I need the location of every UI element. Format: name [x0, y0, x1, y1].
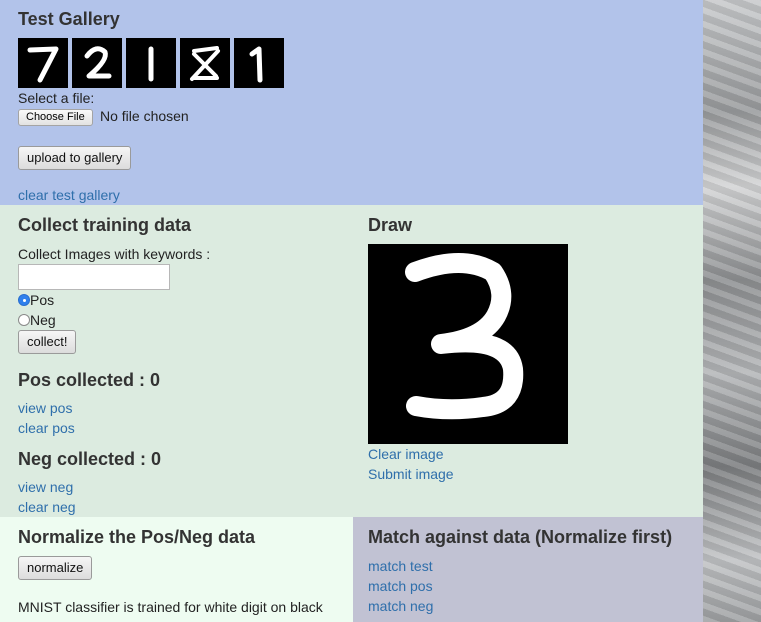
- normalize-panel: Normalize the Pos/Neg data normalize MNI…: [0, 517, 353, 622]
- match-test-link[interactable]: match test: [368, 558, 433, 574]
- background-photo: [703, 0, 761, 622]
- normalize-title: Normalize the Pos/Neg data: [18, 527, 256, 547]
- collect-button[interactable]: collect!: [18, 330, 77, 354]
- clear-pos-link[interactable]: clear pos: [18, 420, 75, 436]
- keywords-label: Collect Images with keywords :: [18, 246, 211, 262]
- gallery-digit-2[interactable]: [72, 38, 122, 88]
- upload-to-gallery-button[interactable]: upload to gallery: [18, 146, 132, 170]
- gallery-digit-1[interactable]: [126, 38, 176, 88]
- neg-collected-count: Neg collected : 0: [18, 449, 162, 469]
- match-pos-link[interactable]: match pos: [368, 578, 433, 594]
- gallery-digits: [18, 38, 284, 88]
- neg-radio-label: Neg: [30, 312, 56, 328]
- clear-neg-link[interactable]: clear neg: [18, 499, 76, 515]
- normalize-note: MNIST classifier is trained for white di…: [18, 599, 323, 622]
- app: Test Gallery Select a file: Choose File …: [0, 0, 703, 622]
- gallery-digit-8[interactable]: [180, 38, 230, 88]
- view-pos-link[interactable]: view pos: [18, 400, 72, 416]
- pos-collected-count: Pos collected : 0: [18, 370, 161, 390]
- view-neg-link[interactable]: view neg: [18, 479, 73, 495]
- pos-radio-label: Pos: [30, 292, 55, 308]
- collect-title: Collect training data: [18, 215, 192, 235]
- match-panel: Match against data (Normalize first) mat…: [353, 517, 703, 622]
- drawn-digit-stroke: [405, 253, 524, 420]
- test-gallery-panel: Test Gallery Select a file: Choose File …: [0, 0, 703, 205]
- gallery-digit-1b[interactable]: [234, 38, 284, 88]
- neg-radio[interactable]: [18, 314, 30, 326]
- clear-image-link[interactable]: Clear image: [368, 446, 443, 462]
- normalize-button[interactable]: normalize: [18, 556, 93, 580]
- draw-canvas[interactable]: [368, 244, 568, 444]
- pos-radio[interactable]: [18, 294, 30, 306]
- match-neg-link[interactable]: match neg: [368, 598, 433, 614]
- file-status: No file chosen: [100, 108, 189, 124]
- test-gallery-title: Test Gallery: [18, 9, 120, 29]
- match-title: Match against data (Normalize first): [368, 527, 673, 547]
- gallery-digit-7[interactable]: [18, 38, 68, 88]
- submit-image-link[interactable]: Submit image: [368, 466, 454, 482]
- select-file-label: Select a file:: [18, 90, 95, 106]
- choose-file-button[interactable]: Choose File: [18, 109, 93, 126]
- draw-title: Draw: [368, 215, 413, 235]
- clear-test-gallery-link[interactable]: clear test gallery: [18, 187, 120, 203]
- keywords-input[interactable]: [18, 264, 170, 290]
